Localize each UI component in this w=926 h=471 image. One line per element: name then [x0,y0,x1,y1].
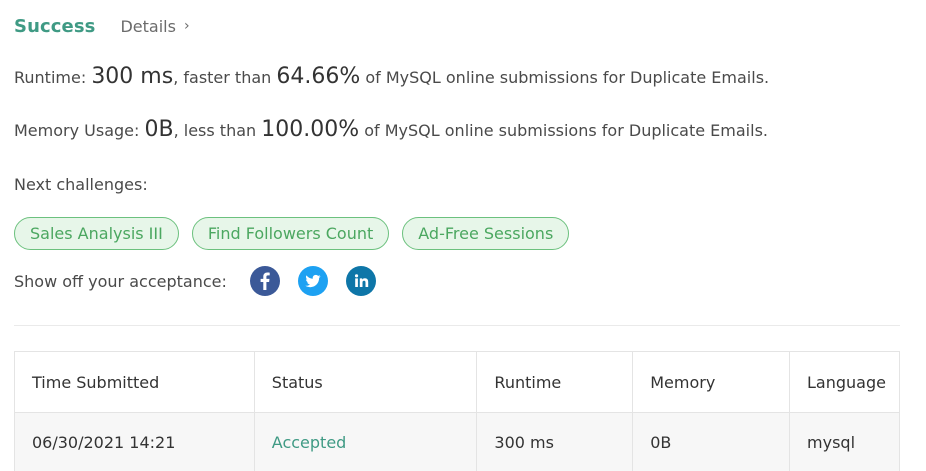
twitter-icon[interactable] [298,266,328,296]
result-header: Success Details › [14,13,190,39]
memory-label: Memory Usage: [14,121,145,140]
cell-runtime: 300 ms [476,412,634,471]
next-challenges-list: Sales Analysis III Find Followers Count … [14,217,570,250]
column-header-status[interactable]: Status [253,351,478,413]
cell-memory: 0B [632,412,791,471]
column-header-runtime[interactable]: Runtime [476,351,634,413]
table-row[interactable]: 06/30/2021 14:21 Accepted 300 ms 0B mysq… [14,412,900,471]
table-header-row: Time Submitted Status Runtime Memory Lan… [14,351,900,413]
column-header-memory[interactable]: Memory [632,351,791,413]
column-header-language[interactable]: Language [789,351,900,413]
memory-middle-text: , less than [173,121,262,140]
runtime-middle-text: , faster than [173,68,277,87]
details-link-label[interactable]: Details [120,17,175,36]
memory-value: 0B [144,117,174,142]
details-link[interactable]: Details › [120,17,189,36]
linkedin-icon[interactable] [346,266,376,296]
runtime-percentile: 64.66% [276,64,361,89]
runtime-label: Runtime: [14,68,92,87]
cell-language: mysql [789,412,900,471]
submissions-table: Time Submitted Status Runtime Memory Lan… [14,351,900,471]
memory-percentile: 100.00% [261,117,360,142]
next-challenges-label: Next challenges: [14,175,148,194]
column-header-time-submitted[interactable]: Time Submitted [14,351,255,413]
status-title: Success [14,15,96,37]
runtime-suffix-text: of MySQL online submissions for Duplicat… [360,68,770,87]
chevron-right-icon[interactable]: › [184,18,190,34]
cell-status-link[interactable]: Accepted [253,412,478,471]
challenge-chip-find-followers-count[interactable]: Find Followers Count [191,217,390,250]
submission-result-page: Success Details › Runtime: 300 ms, faste… [0,0,926,471]
cell-time-submitted: 06/30/2021 14:21 [14,412,255,471]
section-divider [14,325,900,326]
runtime-summary: Runtime: 300 ms, faster than 64.66% of M… [14,64,769,89]
runtime-value: 300 ms [91,64,174,89]
memory-summary: Memory Usage: 0B, less than 100.00% of M… [14,117,768,142]
share-label: Show off your acceptance: [14,271,227,291]
challenge-chip-ad-free-sessions[interactable]: Ad-Free Sessions [402,217,570,250]
challenge-chip-sales-analysis-iii[interactable]: Sales Analysis III [14,217,179,250]
memory-suffix-text: of MySQL online submissions for Duplicat… [359,121,768,140]
share-row: Show off your acceptance: [14,266,394,296]
facebook-icon[interactable] [250,266,280,296]
